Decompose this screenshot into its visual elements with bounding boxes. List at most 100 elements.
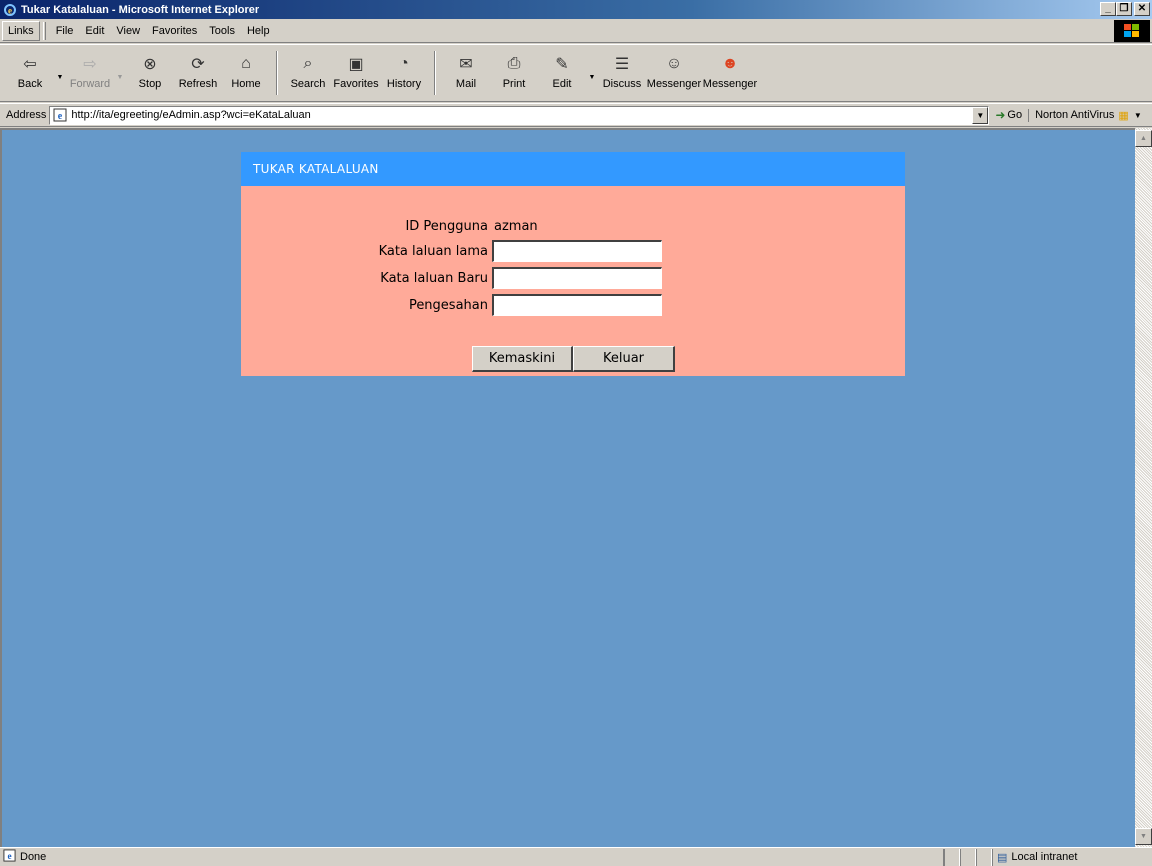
home-button[interactable]: ⌂ Home xyxy=(222,49,270,97)
new-password-input[interactable] xyxy=(492,267,662,289)
menu-file[interactable]: File xyxy=(50,25,80,37)
zone-label: Local intranet xyxy=(1011,851,1078,863)
menu-favorites-label: Favorites xyxy=(152,24,198,37)
edit-dropdown[interactable]: ▼ xyxy=(586,49,598,97)
status-page-icon: e xyxy=(3,849,16,865)
menu-edit-label: Edit xyxy=(85,24,105,37)
printer-icon: ⎙ xyxy=(507,55,521,72)
windows-logo-icon xyxy=(1114,20,1150,42)
messenger-yahoo-button[interactable]: ☻ Messenger xyxy=(702,49,758,97)
mail-button[interactable]: ✉ Mail xyxy=(442,49,490,97)
vertical-scrollbar[interactable]: ▲ ▼ xyxy=(1135,128,1152,847)
menu-edit[interactable]: Edit xyxy=(79,25,110,37)
svg-text:e: e xyxy=(58,111,63,122)
old-password-input[interactable] xyxy=(492,240,662,262)
update-button[interactable]: Kemaskini xyxy=(472,346,573,372)
svg-text:e: e xyxy=(8,5,12,15)
minimize-icon: _ xyxy=(1105,3,1111,14)
stop-button[interactable]: ⊗ Stop xyxy=(126,49,174,97)
change-password-form: ID Pengguna azman Kata laluan lama Kata … xyxy=(241,186,905,376)
svg-text:e: e xyxy=(7,852,11,862)
search-label: Search xyxy=(290,78,326,90)
restore-button[interactable]: ❐ xyxy=(1116,2,1132,16)
edit-button[interactable]: ✎ Edit xyxy=(538,49,586,97)
menu-favorites[interactable]: Favorites xyxy=(146,25,203,37)
panel-title: TUKAR KATALALUAN xyxy=(241,152,905,186)
messenger-button[interactable]: ☺ Messenger xyxy=(646,49,702,97)
favorites-label: Favorites xyxy=(333,78,379,90)
old-password-row: Kata laluan lama xyxy=(241,239,905,263)
status-cell xyxy=(960,848,976,866)
back-arrow-icon: ⇦ xyxy=(23,56,37,73)
close-button[interactable]: ✕ xyxy=(1134,2,1150,16)
links-button[interactable]: Links xyxy=(2,20,40,41)
toolbar-separator xyxy=(434,51,436,95)
address-input[interactable]: e http://ita/egreeting/eAdmin.asp?wci=eK… xyxy=(49,105,990,125)
old-password-label: Kata laluan lama xyxy=(378,243,488,259)
menu-tools[interactable]: Tools xyxy=(203,25,241,37)
address-label: Address xyxy=(6,109,47,121)
menu-bar: Links File Edit View Favorites Tools Hel… xyxy=(0,19,1152,43)
title-bar: e Tukar Katalaluan - Microsoft Internet … xyxy=(0,0,1152,19)
status-cell xyxy=(976,848,992,866)
norton-label: Norton AntiVirus xyxy=(1035,109,1115,121)
messenger-yahoo-label: Messenger xyxy=(702,78,758,90)
window-controls: _ ❐ ✕ xyxy=(1100,2,1150,16)
discuss-button[interactable]: ☰ Discuss xyxy=(598,49,646,97)
forward-dropdown[interactable]: ▼ xyxy=(114,49,126,97)
page-content: TUKAR KATALALUAN ID Pengguna azman Kata … xyxy=(0,128,1135,847)
home-label: Home xyxy=(231,78,261,90)
close-icon: ✕ xyxy=(1137,3,1147,14)
refresh-button[interactable]: ⟳ Refresh xyxy=(174,49,222,97)
confirm-password-row: Pengesahan xyxy=(241,293,905,317)
messenger-label: Messenger xyxy=(646,78,702,90)
menu-tools-label: Tools xyxy=(209,24,235,37)
form-buttons: Kemaskini Keluar xyxy=(472,346,675,372)
home-icon: ⌂ xyxy=(241,55,251,72)
discuss-icon: ☰ xyxy=(614,56,630,73)
menu-view[interactable]: View xyxy=(110,25,146,37)
scroll-up-button[interactable]: ▲ xyxy=(1135,130,1152,147)
history-icon: ◔ xyxy=(399,55,409,72)
norton-dropdown-icon[interactable]: ▼ xyxy=(1134,111,1142,120)
status-bar: e Done ▤ Local intranet xyxy=(0,847,1152,866)
menu-help[interactable]: Help xyxy=(241,25,276,37)
go-arrow-icon: ➜ xyxy=(995,108,1006,122)
address-url: http://ita/egreeting/eAdmin.asp?wci=eKat… xyxy=(71,109,311,121)
norton-icon: ▦ xyxy=(1118,109,1129,122)
stop-label: Stop xyxy=(138,78,162,90)
standard-toolbar: ⇦ Back ▼ ⇨ Forward ▼ ⊗ Stop ⟳ Refresh ⌂ … xyxy=(0,44,1152,102)
history-button[interactable]: ◔ History xyxy=(380,49,428,97)
scroll-down-icon: ▼ xyxy=(1140,833,1147,840)
back-dropdown[interactable]: ▼ xyxy=(54,49,66,97)
page-icon: e xyxy=(52,107,68,123)
status-text: Done xyxy=(20,851,47,863)
refresh-label: Refresh xyxy=(178,78,218,90)
user-id-label: ID Pengguna xyxy=(405,218,488,234)
toolbar-grip[interactable] xyxy=(42,21,46,40)
security-zone: ▤ Local intranet xyxy=(992,848,1152,866)
status-cell xyxy=(944,848,960,866)
toolbar-separator xyxy=(276,51,278,95)
address-dropdown-button[interactable]: ▼ xyxy=(972,106,989,124)
favorites-button[interactable]: ▣ Favorites xyxy=(332,49,380,97)
back-button[interactable]: ⇦ Back xyxy=(6,49,54,97)
forward-arrow-icon: ⇨ xyxy=(83,56,97,73)
menu-view-label: View xyxy=(116,24,141,37)
minimize-button[interactable]: _ xyxy=(1100,2,1116,16)
scroll-down-button[interactable]: ▼ xyxy=(1135,828,1152,845)
messenger-smiley-icon: ☻ xyxy=(721,55,739,72)
confirm-password-input[interactable] xyxy=(492,294,662,316)
norton-antivirus-button[interactable]: Norton AntiVirus ▦ ▼ xyxy=(1028,108,1142,122)
address-bar: Address e http://ita/egreeting/eAdmin.as… xyxy=(0,103,1152,127)
go-button[interactable]: ➜ Go xyxy=(995,108,1022,122)
forward-button[interactable]: ⇨ Forward xyxy=(66,49,114,97)
change-password-panel: TUKAR KATALALUAN ID Pengguna azman Kata … xyxy=(241,152,905,376)
search-button[interactable]: ⌕ Search xyxy=(284,49,332,97)
refresh-icon: ⟳ xyxy=(191,56,205,73)
new-password-row: Kata laluan Baru xyxy=(241,266,905,290)
favorites-folder-icon: ▣ xyxy=(348,56,364,73)
mail-icon: ✉ xyxy=(459,56,473,73)
exit-button[interactable]: Keluar xyxy=(573,346,675,372)
print-button[interactable]: ⎙ Print xyxy=(490,49,538,97)
